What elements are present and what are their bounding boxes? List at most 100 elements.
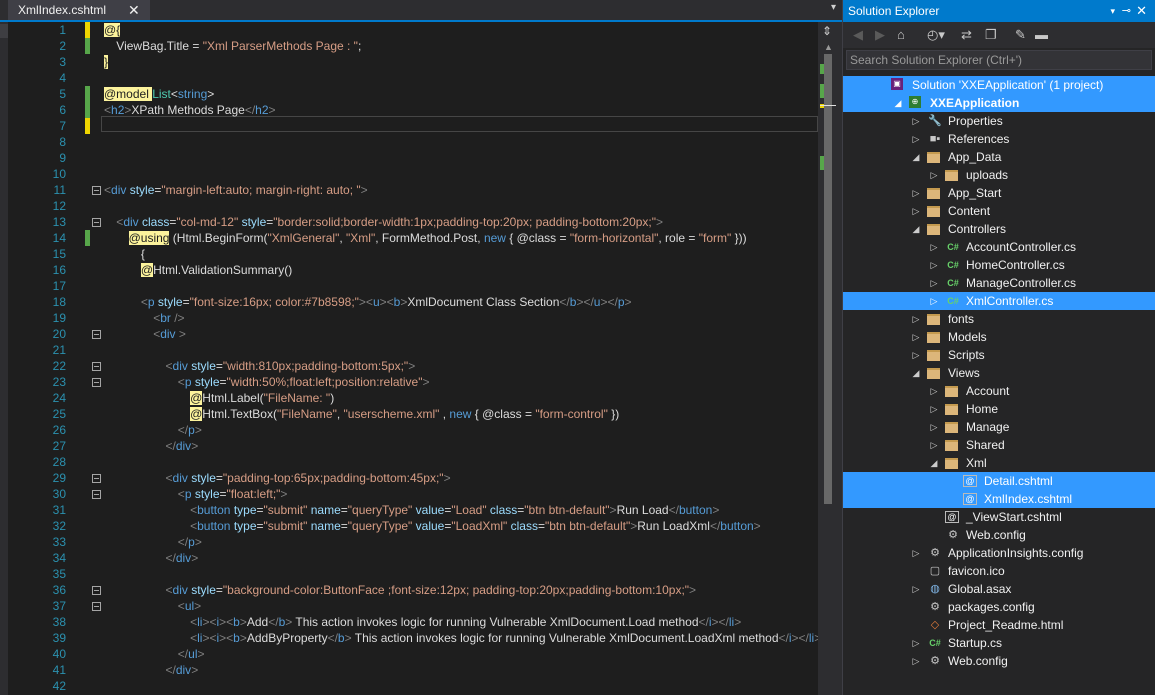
tab-xmlindex[interactable]: XmlIndex.cshtml ✕ xyxy=(8,0,150,20)
code-line[interactable]: 3} xyxy=(8,54,818,70)
tree-item[interactable]: ▷ App_Start xyxy=(843,184,1155,202)
collapse-all-icon[interactable]: ❐ xyxy=(985,26,997,44)
code-line[interactable]: 34 </div> xyxy=(8,550,818,566)
code-line[interactable]: 31 <button type="submit" name="queryType"… xyxy=(8,502,818,518)
tree-item[interactable]: ◢ Xml xyxy=(843,454,1155,472)
code-line[interactable]: 29 <div style="padding-top:65px;padding-b… xyxy=(8,470,818,486)
collapse-icon[interactable] xyxy=(92,602,101,611)
tree-item[interactable]: ▷ C# AccountController.cs xyxy=(843,238,1155,256)
forward-icon[interactable]: ▶ xyxy=(875,26,885,44)
code-line[interactable]: 30 <p style="float:left;"> xyxy=(8,486,818,502)
close-icon[interactable]: ✕ xyxy=(1136,0,1147,22)
expand-icon[interactable]: ▷ xyxy=(929,238,939,256)
code-line[interactable]: 27 </div> xyxy=(8,438,818,454)
tree-item[interactable]: ▷ fonts xyxy=(843,310,1155,328)
code-line[interactable]: 19 <br /> xyxy=(8,310,818,326)
code-line[interactable]: 8 xyxy=(8,134,818,150)
tree-item[interactable]: ▷ C# ManageController.cs xyxy=(843,274,1155,292)
collapse-icon[interactable] xyxy=(92,474,101,483)
tree-item[interactable]: ⚙ packages.config xyxy=(843,598,1155,616)
home-icon[interactable]: ⌂ xyxy=(897,26,905,44)
vertical-scrollbar[interactable]: ⇕ ▲ xyxy=(818,22,842,695)
tree-item[interactable]: ▷ uploads xyxy=(843,166,1155,184)
expand-icon[interactable]: ▷ xyxy=(911,346,921,364)
tree-item[interactable]: ⚙ Web.config xyxy=(843,526,1155,544)
expand-icon[interactable]: ▷ xyxy=(929,292,939,310)
expand-icon[interactable]: ▷ xyxy=(911,634,921,652)
code-line[interactable]: 7 xyxy=(8,118,818,134)
code-line[interactable]: 22 <div style="width:810px;padding-bottom… xyxy=(8,358,818,374)
split-editor-icon[interactable]: ⇕ xyxy=(822,24,832,38)
tree-item[interactable]: @ XmlIndex.cshtml xyxy=(843,490,1155,508)
collapse-icon[interactable]: ◢ xyxy=(911,148,921,166)
dropdown-icon[interactable]: ▾ xyxy=(1110,0,1115,22)
tree-item[interactable]: ▷ Manage xyxy=(843,418,1155,436)
code-line[interactable]: 10 xyxy=(8,166,818,182)
tree-item[interactable]: ▷ Home xyxy=(843,400,1155,418)
expand-icon[interactable]: ▷ xyxy=(929,436,939,454)
tree-item[interactable]: ▷ Account xyxy=(843,382,1155,400)
tree-item[interactable]: ▷ C# HomeController.cs xyxy=(843,256,1155,274)
expand-icon[interactable]: ▷ xyxy=(929,274,939,292)
expand-icon[interactable]: ▷ xyxy=(911,184,921,202)
code-line[interactable]: 33 </p> xyxy=(8,534,818,550)
tree-item[interactable]: ▷ ◍ Global.asax xyxy=(843,580,1155,598)
code-line[interactable]: 4 xyxy=(8,70,818,86)
tree-item[interactable]: ◢ ⊕ XXEApplication xyxy=(843,94,1155,112)
code-line[interactable]: 21 xyxy=(8,342,818,358)
expand-icon[interactable]: ▷ xyxy=(911,544,921,562)
collapse-icon[interactable] xyxy=(92,186,101,195)
code-line[interactable]: 2 ViewBag.Title = "Xml ParserMethods Page… xyxy=(8,38,818,54)
code-line[interactable]: 28 xyxy=(8,454,818,470)
code-line[interactable]: 9 xyxy=(8,150,818,166)
scroll-up-icon[interactable]: ▲ xyxy=(824,42,833,52)
code-line[interactable]: 11 <div style="margin-left:auto; margin-r… xyxy=(8,182,818,198)
tree-item[interactable]: ▷ ⚙ Web.config xyxy=(843,652,1155,670)
code-line[interactable]: 26 </p> xyxy=(8,422,818,438)
expand-icon[interactable]: ▷ xyxy=(929,400,939,418)
tree-item[interactable]: ▷ Models xyxy=(843,328,1155,346)
code-line[interactable]: 35 xyxy=(8,566,818,582)
expand-icon[interactable]: ▷ xyxy=(911,580,921,598)
tree-item[interactable]: ▷ Scripts xyxy=(843,346,1155,364)
sync-icon[interactable]: ⇄ xyxy=(961,26,972,44)
search-input[interactable]: Search Solution Explorer (Ctrl+') xyxy=(846,50,1152,70)
code-line[interactable]: 6 <h2>XPath Methods Page</h2> xyxy=(8,102,818,118)
expand-icon[interactable]: ▷ xyxy=(911,130,921,148)
back-icon[interactable]: ◀ xyxy=(853,26,863,44)
code-line[interactable]: 20 <div > xyxy=(8,326,818,342)
code-line[interactable]: 42 xyxy=(8,678,818,694)
tree-item[interactable]: ▢ favicon.ico xyxy=(843,562,1155,580)
code-line[interactable]: 36 <div style="background-color:ButtonFac… xyxy=(8,582,818,598)
collapse-icon[interactable]: ◢ xyxy=(893,94,903,112)
expand-icon[interactable]: ▷ xyxy=(929,382,939,400)
code-line[interactable]: 14 @using (Html.BeginForm("XmlGeneral", "… xyxy=(8,230,818,246)
tree-item[interactable]: ▷ ⚙ ApplicationInsights.config xyxy=(843,544,1155,562)
code-line[interactable]: 32 <button type="submit" name="queryType"… xyxy=(8,518,818,534)
tree-item[interactable]: ▷ 🔧 Properties xyxy=(843,112,1155,130)
code-line[interactable]: 25 @Html.TextBox("FileName", "userscheme.… xyxy=(8,406,818,422)
tree-item[interactable]: ◢ Views xyxy=(843,364,1155,382)
collapse-icon[interactable] xyxy=(92,218,101,227)
code-line[interactable]: 15 { xyxy=(8,246,818,262)
code-line[interactable]: 41 </div> xyxy=(8,662,818,678)
pin-icon[interactable]: ⊸ xyxy=(1122,0,1131,22)
code-line[interactable]: 40 </ul> xyxy=(8,646,818,662)
code-line[interactable]: 1 @{ xyxy=(8,22,818,38)
code-line[interactable]: 18 <p style="font-size:16px; color:#7b859… xyxy=(8,294,818,310)
tree-item[interactable]: ▣ Solution 'XXEApplication' (1 project) xyxy=(843,76,1155,94)
code-area[interactable]: 1 @{2 ViewBag.Title = "Xml ParserMethods P… xyxy=(8,22,818,695)
history-icon[interactable]: ◴▾ xyxy=(927,26,945,44)
collapse-icon[interactable]: ◢ xyxy=(911,220,921,238)
code-line[interactable]: 13 <div class="col-md-12" style="border:s… xyxy=(8,214,818,230)
expand-icon[interactable]: ▷ xyxy=(929,256,939,274)
tree-item[interactable]: ◢ Controllers xyxy=(843,220,1155,238)
expand-icon[interactable]: ▷ xyxy=(911,202,921,220)
expand-icon[interactable]: ▷ xyxy=(911,112,921,130)
collapse-icon[interactable] xyxy=(92,330,101,339)
tree-item[interactable]: ◇ Project_Readme.html xyxy=(843,616,1155,634)
properties-icon[interactable]: ✎ xyxy=(1015,26,1026,44)
tree-item[interactable]: @ _ViewStart.cshtml xyxy=(843,508,1155,526)
expand-icon[interactable]: ▷ xyxy=(911,310,921,328)
collapse-icon[interactable] xyxy=(92,362,101,371)
